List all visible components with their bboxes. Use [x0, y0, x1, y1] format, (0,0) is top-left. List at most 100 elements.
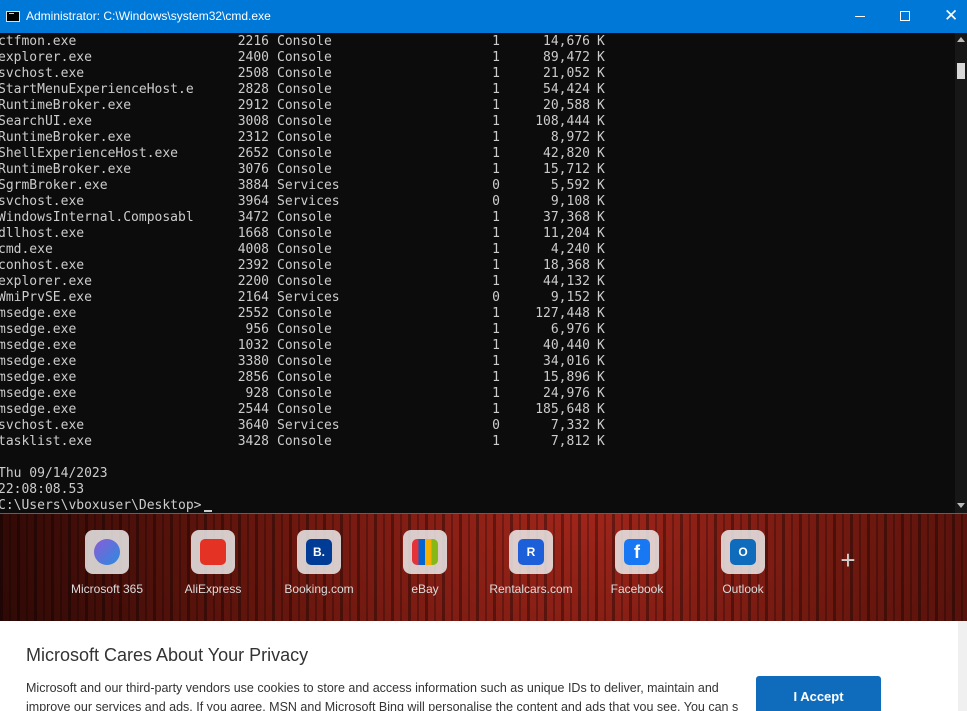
minimize-icon	[855, 16, 865, 17]
process-session: Console	[277, 242, 332, 257]
maximize-button[interactable]	[883, 0, 929, 33]
process-name: msedge.exe	[0, 322, 77, 337]
process-session-number: 1	[492, 306, 500, 321]
process-session-number: 1	[492, 322, 500, 337]
maximize-icon	[900, 11, 910, 21]
memory-unit: K	[597, 322, 605, 337]
process-session-number: 1	[492, 114, 500, 129]
process-memory: 4,240	[550, 242, 590, 257]
shortcut-label: AliExpress	[184, 582, 242, 596]
process-memory: 21,052	[543, 66, 590, 81]
cmd-window[interactable]: Administrator: C:\Windows\system32\cmd.e…	[0, 0, 967, 514]
shortcut-microsoft-365[interactable]: Microsoft 365	[57, 530, 157, 596]
process-pid: 2552	[237, 306, 269, 321]
process-session: Console	[277, 226, 332, 241]
process-session: Console	[277, 354, 332, 369]
process-session-number: 1	[492, 82, 500, 97]
process-session: Console	[277, 258, 332, 273]
scroll-up-icon[interactable]	[957, 37, 965, 42]
process-memory: 37,368	[543, 210, 590, 225]
memory-unit: K	[597, 418, 605, 433]
process-name: dllhost.exe	[0, 226, 85, 241]
process-name: cmd.exe	[0, 242, 53, 257]
process-name: svchost.exe	[0, 66, 85, 81]
close-button[interactable]: ✕	[929, 0, 967, 33]
process-name: svchost.exe	[0, 194, 85, 209]
process-session: Console	[277, 402, 332, 417]
process-name: RuntimeBroker.exe	[0, 130, 132, 145]
process-pid: 3008	[237, 114, 269, 129]
privacy-text: Microsoft and our third-party vendors us…	[26, 681, 739, 711]
process-row: msedge.exe 1032 Console 1 40,440 K	[0, 338, 955, 354]
memory-unit: K	[597, 210, 605, 225]
process-session-number: 1	[492, 258, 500, 273]
shortcut-rentalcars[interactable]: R Rentalcars.com	[481, 530, 581, 596]
process-session: Console	[277, 114, 332, 129]
process-pid: 3428	[237, 434, 269, 449]
process-pid: 1032	[237, 338, 269, 353]
process-session: Console	[277, 322, 332, 337]
process-session: Console	[277, 434, 332, 449]
scroll-thumb[interactable]	[957, 63, 965, 79]
page-scrollbar[interactable]	[958, 621, 967, 711]
command-prompt[interactable]: C:\Users\vboxuser\Desktop>	[0, 498, 202, 513]
shortcut-aliexpress[interactable]: AliExpress	[163, 530, 263, 596]
time-line: 22:08:08.53	[0, 482, 85, 497]
process-memory: 15,896	[543, 370, 590, 385]
booking-icon: B.	[306, 539, 332, 565]
shortcut-booking[interactable]: B. Booking.com	[269, 530, 369, 596]
add-shortcut-button[interactable]: +	[832, 544, 864, 576]
process-memory: 7,332	[550, 418, 590, 433]
process-memory: 108,444	[535, 114, 590, 129]
date-line-row: Thu 09/14/2023	[0, 466, 955, 482]
process-pid: 2164	[237, 290, 269, 305]
process-memory: 15,712	[543, 162, 590, 177]
process-name: conhost.exe	[0, 258, 85, 273]
shortcut-facebook[interactable]: f Facebook	[587, 530, 687, 596]
process-name: ShellExperienceHost.exe	[0, 146, 179, 161]
accept-button[interactable]: I Accept	[756, 676, 881, 711]
close-icon: ✕	[944, 6, 959, 25]
console-scrollbar[interactable]	[955, 33, 967, 513]
privacy-banner: Microsoft Cares About Your Privacy Micro…	[0, 621, 958, 711]
process-name: msedge.exe	[0, 338, 77, 353]
process-session-number: 1	[492, 130, 500, 145]
process-session-number: 1	[492, 34, 500, 49]
process-pid: 3380	[237, 354, 269, 369]
process-session: Console	[277, 98, 332, 113]
shortcut-label: Facebook	[610, 582, 664, 596]
process-name: ctfmon.exe	[0, 34, 77, 49]
minimize-button[interactable]	[837, 0, 883, 33]
process-memory: 9,152	[550, 290, 590, 305]
process-memory: 34,016	[543, 354, 590, 369]
text-cursor	[204, 510, 212, 512]
console-output[interactable]: ctfmon.exe 2216 Console 1 14,676 Kexplorer.ex…	[0, 33, 955, 513]
scroll-down-icon[interactable]	[957, 503, 965, 508]
process-memory: 20,588	[543, 98, 590, 113]
process-session-number: 1	[492, 210, 500, 225]
process-row: tasklist.exe 3428 Console 1 7,812 K	[0, 434, 955, 450]
process-name: SearchUI.exe	[0, 114, 92, 129]
process-row: StartMenuExperienceHost.e 2828 Console 1 54,…	[0, 82, 955, 98]
process-row: RuntimeBroker.exe 2912 Console 1 20,588 K	[0, 98, 955, 114]
memory-unit: K	[597, 34, 605, 49]
process-session: Console	[277, 386, 332, 401]
process-session: Console	[277, 370, 332, 385]
process-pid: 2216	[237, 34, 269, 49]
process-session: Console	[277, 274, 332, 289]
process-session-number: 0	[492, 178, 500, 193]
process-name: msedge.exe	[0, 386, 77, 401]
memory-unit: K	[597, 50, 605, 65]
memory-unit: K	[597, 290, 605, 305]
process-row: WindowsInternal.Composabl 3472 Console 1 37,…	[0, 210, 955, 226]
shortcut-outlook[interactable]: O Outlook	[693, 530, 793, 596]
shortcut-ebay[interactable]: eBay	[375, 530, 475, 596]
title-bar[interactable]: Administrator: C:\Windows\system32\cmd.e…	[0, 0, 967, 33]
memory-unit: K	[597, 258, 605, 273]
process-pid: 2912	[237, 98, 269, 113]
process-memory: 7,812	[550, 434, 590, 449]
process-session-number: 1	[492, 370, 500, 385]
process-session: Console	[277, 82, 332, 97]
process-row: msedge.exe 956 Console 1 6,976 K	[0, 322, 955, 338]
process-pid: 2508	[237, 66, 269, 81]
